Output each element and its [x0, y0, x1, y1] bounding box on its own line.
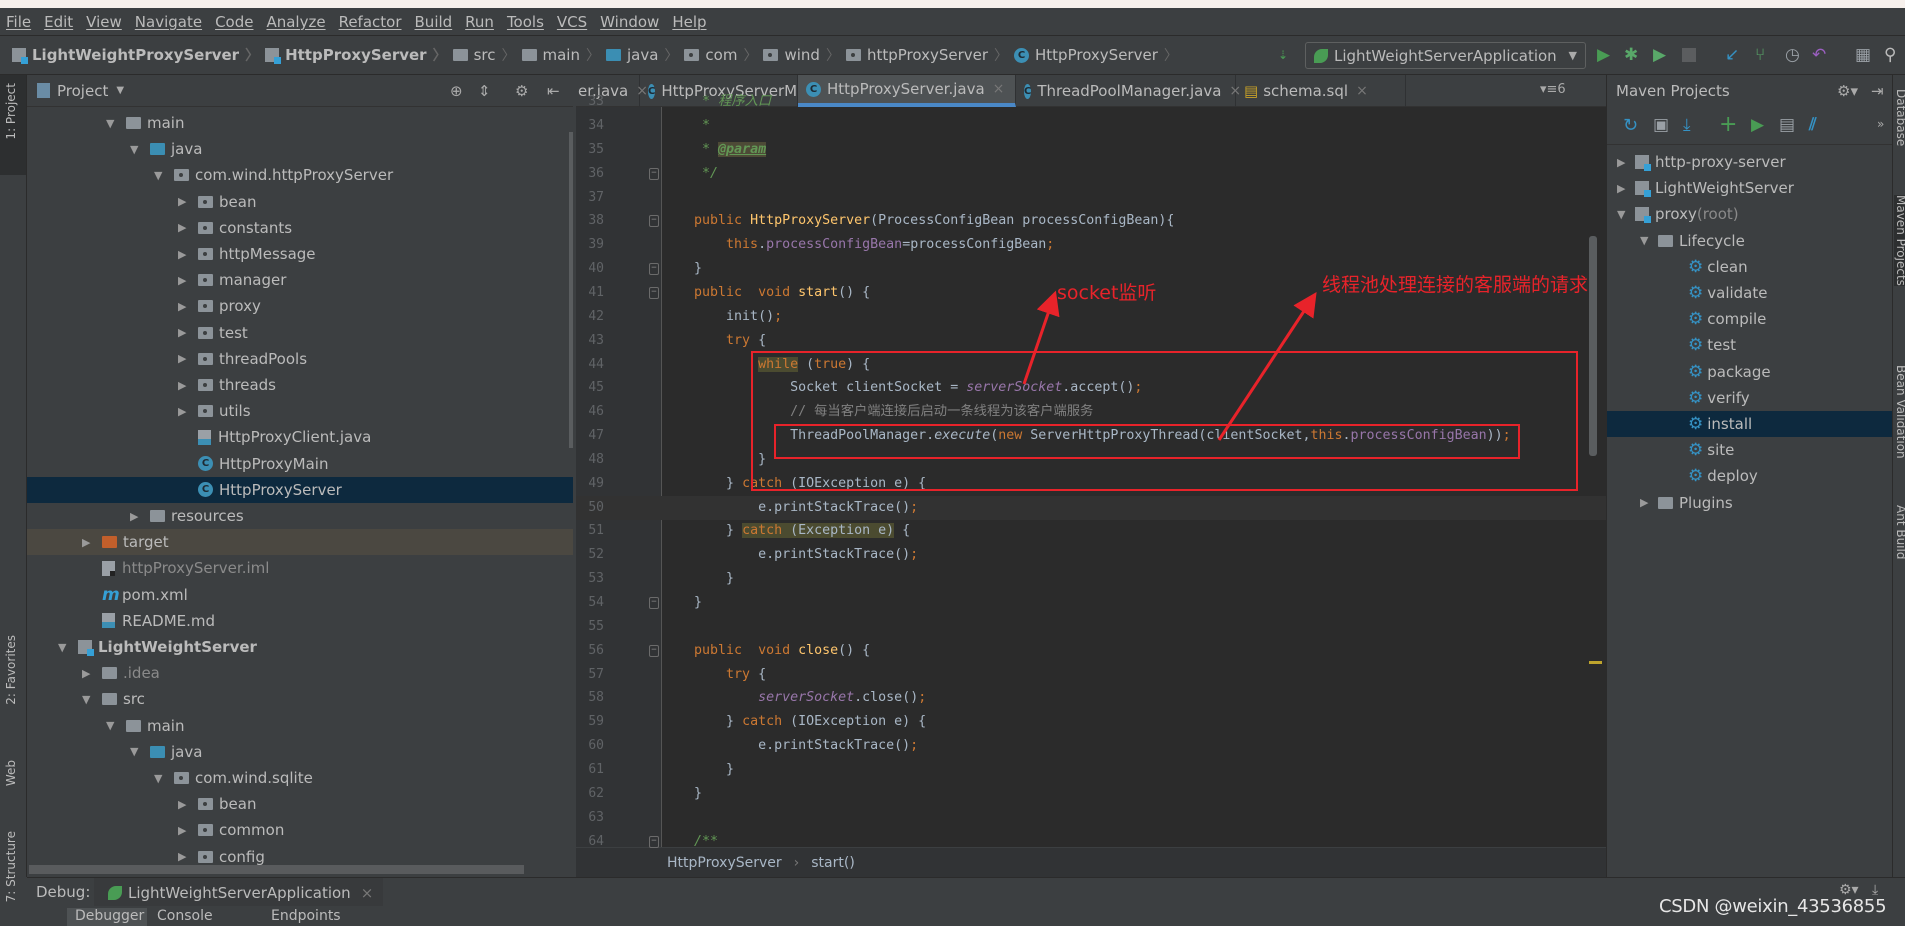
right-tool-stripe: Database Maven Projects Bean Validation … — [1892, 75, 1905, 877]
watermark: CSDN @weixin_43536855 — [1659, 896, 1887, 917]
maven-item-label: test — [1707, 336, 1737, 355]
maven-item-label: install — [1707, 415, 1753, 433]
maven-item-content: ⚙ compile — [1688, 309, 1766, 329]
gear-icon: ⚙ — [1688, 387, 1704, 408]
annotation-threadpool: 线程池处理连接的客服端的请求 — [1322, 274, 1589, 296]
maven-item-label: proxy — [1655, 205, 1697, 224]
maven-item-label: package — [1707, 362, 1771, 381]
debug-session-tab[interactable]: LightWeightServerApplication × — [94, 878, 383, 908]
maven-item-label: Plugins — [1679, 493, 1733, 512]
maven-tree-item[interactable]: ⚙ test — [1607, 332, 1892, 358]
maven-item-content: http-proxy-server — [1635, 153, 1786, 171]
collapsed-arrow-icon[interactable]: ▶ — [1617, 156, 1629, 169]
tool-window-database[interactable]: Database — [1894, 89, 1905, 146]
maven-item-content: ⚙ clean — [1688, 257, 1748, 277]
gear-icon: ⚙ — [1688, 283, 1704, 303]
maven-tree-item[interactable]: ⚙ verify — [1607, 385, 1892, 411]
maven-item-content: ⚙ deploy — [1688, 466, 1758, 486]
maven-item-label: clean — [1707, 257, 1748, 276]
maven-item-content: proxy (root) — [1635, 205, 1739, 224]
collapsed-arrow-icon[interactable]: ▶ — [1617, 182, 1629, 195]
tool-window-ant[interactable]: Ant Build — [1894, 505, 1905, 559]
maven-item-label: http-proxy-server — [1655, 153, 1786, 171]
gear-icon: ⚙ — [1688, 361, 1704, 382]
maven-toolbar: ↻ ▣ ⤓ + ▶ ▤ ⫽ » — [1607, 107, 1892, 145]
reimport-icon[interactable]: ↻ — [1623, 115, 1638, 136]
toggle-offline-icon[interactable]: ⫽ — [1809, 115, 1817, 135]
expanded-arrow-icon[interactable]: ▼ — [1617, 208, 1629, 221]
add-icon[interactable]: + — [1719, 112, 1737, 137]
maven-tree-item[interactable]: ⚙ deploy — [1607, 463, 1892, 489]
maven-module-icon — [1635, 207, 1651, 224]
maven-module-icon — [1635, 155, 1651, 171]
debug-label: Debug: — [36, 883, 91, 901]
maven-item-label: verify — [1707, 388, 1750, 407]
maven-item-label: site — [1707, 441, 1735, 460]
gear-icon: ⚙ — [1688, 414, 1704, 434]
debug-session-label: LightWeightServerApplication — [128, 884, 351, 902]
close-icon[interactable]: × — [361, 884, 374, 902]
execute-maven-goal-icon[interactable]: ▤ — [1779, 115, 1795, 135]
gear-icon: ⚙ — [1688, 256, 1704, 277]
maven-item-content: ⚙ install — [1688, 414, 1752, 434]
maven-projects-panel: Maven Projects ⚙▾ ⇥ ↻ ▣ ⤓ + ▶ ▤ ⫽ » ▶ htt… — [1606, 75, 1892, 877]
maven-item-content: Lifecycle — [1658, 232, 1745, 250]
gear-icon: ⚙ — [1688, 335, 1704, 356]
maven-module-icon — [1635, 181, 1651, 198]
maven-item-content: Plugins — [1658, 494, 1733, 512]
subtab-console[interactable]: Console — [149, 908, 259, 926]
maven-item-label: Lifecycle — [1679, 231, 1745, 250]
maven-tree-item[interactable]: ⚙ install — [1607, 411, 1892, 437]
maven-panel-title: Maven Projects — [1616, 82, 1730, 100]
maven-item-label: validate — [1707, 284, 1768, 302]
maven-tree-item[interactable]: ⚙ clean — [1607, 254, 1892, 280]
lifecycle-folder-icon — [1658, 234, 1673, 247]
subtab-debugger[interactable]: Debugger — [67, 908, 147, 926]
hide-panel-icon[interactable]: ⇥ — [1871, 82, 1884, 100]
maven-panel-header: Maven Projects ⚙▾ ⇥ — [1607, 75, 1892, 107]
maven-tree-item[interactable]: ▼ proxy (root) — [1607, 201, 1892, 227]
more-icon[interactable]: » — [1877, 117, 1884, 131]
gear-icon[interactable]: ⚙▾ — [1837, 82, 1858, 100]
maven-tree-item[interactable]: ⚙ validate — [1607, 280, 1892, 306]
maven-tree-item[interactable]: ⚙ package — [1607, 359, 1892, 385]
download-icon[interactable]: ⤓ — [1683, 115, 1691, 135]
tool-window-bean-validation[interactable]: Bean Validation — [1894, 365, 1905, 459]
subtab-endpoints[interactable]: Endpoints — [263, 908, 383, 926]
generate-sources-icon[interactable]: ▣ — [1653, 115, 1669, 135]
maven-tree-item[interactable]: ▶ LightWeightServer — [1607, 175, 1892, 201]
maven-tree-item[interactable]: ⚙ site — [1607, 437, 1892, 463]
collapsed-arrow-icon[interactable]: ▶ — [1640, 496, 1652, 509]
maven-tree-item[interactable]: ⚙ compile — [1607, 306, 1892, 332]
gear-icon: ⚙ — [1688, 466, 1704, 487]
maven-item-label: LightWeightServer — [1655, 179, 1794, 198]
maven-tree-item[interactable]: ▶ Plugins — [1607, 490, 1892, 516]
gear-icon: ⚙ — [1688, 309, 1704, 330]
maven-item-content: ⚙ validate — [1688, 283, 1767, 303]
maven-item-content: ⚙ verify — [1688, 388, 1750, 408]
lifecycle-folder-icon — [1658, 496, 1673, 509]
spring-boot-icon — [108, 886, 122, 900]
maven-item-content: LightWeightServer — [1635, 179, 1794, 198]
expanded-arrow-icon[interactable]: ▼ — [1640, 234, 1652, 247]
maven-item-content: ⚙ site — [1688, 440, 1734, 460]
maven-tree-item[interactable]: ▼ Lifecycle — [1607, 228, 1892, 254]
debug-subtabs: Debugger Console Endpoints — [27, 906, 1905, 926]
run-maven-goal-icon[interactable]: ▶ — [1751, 115, 1764, 135]
debug-tool-window-bar: Debug: LightWeightServerApplication × ⚙▾… — [27, 877, 1905, 908]
arrow-to-socket-label — [1022, 290, 1060, 385]
maven-item-label: compile — [1707, 310, 1767, 329]
arrow-to-threadpool-label — [1217, 291, 1317, 441]
tool-window-maven[interactable]: Maven Projects — [1894, 195, 1905, 286]
maven-item-content: ⚙ package — [1688, 362, 1771, 382]
maven-item-suffix: (root) — [1696, 205, 1739, 224]
annotation-socket-listen: socket监听 — [1057, 282, 1157, 304]
maven-tree-item[interactable]: ▶ http-proxy-server — [1607, 149, 1892, 175]
gear-icon: ⚙ — [1688, 440, 1704, 461]
maven-item-content: ⚙ test — [1688, 335, 1736, 355]
maven-item-label: deploy — [1707, 467, 1758, 486]
